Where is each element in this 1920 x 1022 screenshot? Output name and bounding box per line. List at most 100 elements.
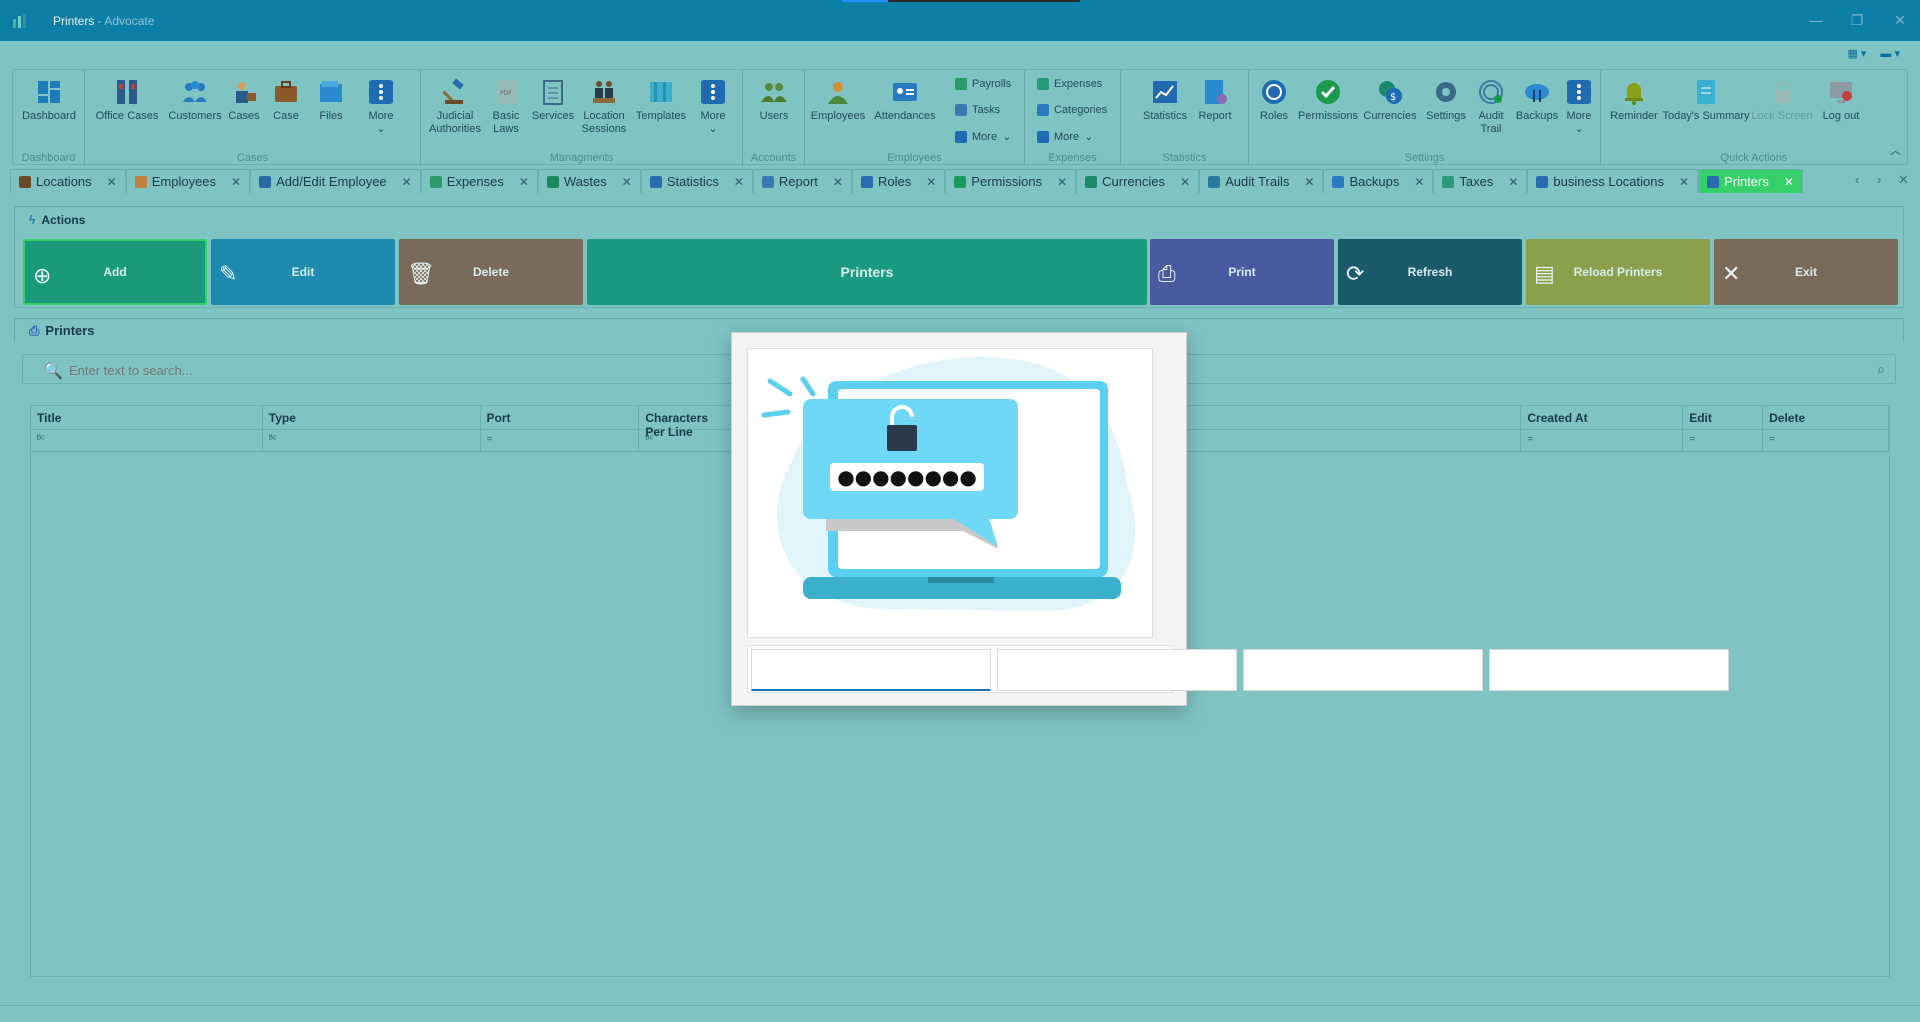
tab-close-icon[interactable]: ✕ — [1180, 175, 1190, 189]
tab-close-icon[interactable]: ✕ — [1508, 175, 1518, 189]
pin-digit-4-input[interactable] — [1489, 649, 1729, 691]
currencies-button[interactable]: $ Currencies — [1361, 78, 1419, 123]
tab-audit-trails[interactable]: Audit Trails ✕ — [1199, 169, 1324, 193]
templates-button[interactable]: Templates — [633, 78, 689, 123]
print-button[interactable]: ⎙ Print — [1150, 239, 1334, 305]
tab-backups[interactable]: Backups ✕ — [1323, 169, 1434, 193]
tab-close-icon[interactable]: ✕ — [833, 175, 843, 189]
statistics-button[interactable]: Statistics — [1139, 78, 1191, 123]
tab-close-icon[interactable]: ✕ — [1414, 175, 1424, 189]
employees-more-button[interactable]: More ⌄ — [955, 130, 1011, 143]
column-header[interactable]: Type — [262, 406, 481, 430]
judicial-authorities-button[interactable]: Judicial Authorities — [425, 78, 485, 136]
column-filter-cell[interactable] — [1150, 430, 1522, 452]
services-button[interactable]: Services — [529, 78, 577, 123]
users-button[interactable]: Users — [751, 78, 797, 123]
case-button[interactable]: Case — [267, 78, 305, 123]
tab-close-icon[interactable]: ✕ — [1304, 175, 1314, 189]
tab-close-icon[interactable]: ✕ — [402, 175, 412, 189]
pin-digit-3-input[interactable] — [1243, 649, 1483, 691]
roles-button[interactable]: Roles — [1253, 78, 1295, 123]
permissions-button[interactable]: Permissions — [1297, 78, 1359, 123]
reminder-button[interactable]: Reminder — [1607, 78, 1661, 123]
column-header[interactable]: Characters Per Line — [639, 406, 736, 439]
exit-button[interactable]: ✕ Exit — [1714, 239, 1898, 305]
close-window-button[interactable]: ✕ — [1890, 12, 1910, 29]
column-header[interactable]: Created At — [1521, 406, 1684, 430]
close-all-tabs-icon[interactable]: ✕ — [1898, 172, 1909, 188]
employees-button[interactable]: Employees — [807, 78, 869, 123]
column-header[interactable]: Port — [480, 406, 640, 430]
add-button[interactable]: ⊕ Add — [23, 239, 207, 305]
delete-button[interactable]: 🗑 Delete — [399, 239, 583, 305]
column-header[interactable]: Delete — [1763, 406, 1889, 430]
column-header[interactable]: Title — [31, 406, 263, 430]
edit-button[interactable]: ✎ Edit — [211, 239, 395, 305]
log-out-button[interactable]: Log out — [1815, 78, 1867, 123]
tabs-scroll-left-icon[interactable]: ‹ — [1855, 172, 1859, 187]
tab-close-icon[interactable]: ✕ — [1057, 175, 1067, 189]
tab-printers[interactable]: Printers ✕ — [1698, 169, 1803, 193]
pin-digit-1-input[interactable] — [751, 649, 991, 691]
tab-expenses[interactable]: Expenses ✕ — [420, 169, 538, 193]
tab-add-edit-employee[interactable]: Add/Edit Employee ✕ — [250, 169, 421, 193]
tabs-scroll-right-icon[interactable]: › — [1877, 172, 1881, 187]
column-filter-cell[interactable]: = — [1683, 430, 1764, 452]
column-filter-cell[interactable]: ᴮᶜ — [639, 430, 736, 452]
collapse-ribbon-icon[interactable]: ︿ — [1890, 142, 1901, 158]
tab-close-icon[interactable]: ✕ — [107, 175, 117, 189]
report-button[interactable]: Report — [1193, 78, 1237, 123]
minimize-button[interactable]: — — [1806, 12, 1826, 28]
categories-button[interactable]: Categories — [1037, 104, 1107, 116]
lock-screen-button[interactable]: Lock Screen — [1751, 78, 1813, 123]
layout-switch-icon[interactable]: ▦ ▾ — [1847, 47, 1866, 60]
search-submit-icon[interactable]: ⌕ — [1877, 361, 1885, 378]
payrolls-button[interactable]: Payrolls — [955, 78, 1011, 90]
basic-laws-button[interactable]: PDF Basic Laws — [485, 78, 527, 136]
tab-report[interactable]: Report ✕ — [752, 169, 852, 193]
tab-permissions[interactable]: Permissions ✕ — [945, 169, 1077, 193]
audit-trail-button[interactable]: Audit Trail — [1471, 78, 1511, 136]
settings-more-button[interactable]: More ⌄ — [1561, 78, 1597, 136]
column-header[interactable]: Edit — [1683, 406, 1764, 430]
attendances-button[interactable]: Attendances — [871, 78, 939, 123]
tab-statistics[interactable]: Statistics ✕ — [640, 169, 753, 193]
tab-taxes[interactable]: Taxes ✕ — [1433, 169, 1528, 193]
tasks-button[interactable]: Tasks — [955, 104, 1000, 116]
tab-close-icon[interactable]: ✕ — [734, 175, 744, 189]
tab-locations[interactable]: Locations ✕ — [10, 169, 126, 193]
customers-button[interactable]: Customers — [165, 78, 225, 123]
tab-wastes[interactable]: Wastes ✕ — [537, 169, 641, 193]
column-header[interactable]: ion — [1150, 406, 1522, 430]
refresh-button[interactable]: ⟳ Refresh — [1338, 239, 1522, 305]
pin-digit-2-input[interactable] — [997, 649, 1237, 691]
column-filter-cell[interactable]: = — [1521, 430, 1684, 452]
tab-close-icon[interactable]: ✕ — [926, 175, 936, 189]
tab-close-icon[interactable]: ✕ — [1679, 175, 1689, 189]
files-button[interactable]: Files — [311, 78, 351, 123]
tab-employees[interactable]: Employees ✕ — [125, 169, 251, 193]
tab-currencies[interactable]: Currencies ✕ — [1076, 169, 1200, 193]
theme-switch-icon[interactable]: ▬ ▾ — [1880, 47, 1900, 60]
tab-business-locations[interactable]: business Locations ✕ — [1527, 169, 1699, 193]
reload-printers-button[interactable]: ▤ Reload Printers — [1526, 239, 1710, 305]
expenses-ribbon-button[interactable]: Expenses — [1037, 78, 1102, 90]
dashboard-button[interactable]: Dashboard — [19, 78, 79, 123]
expenses-more-button[interactable]: More ⌄ — [1037, 130, 1093, 143]
column-filter-cell[interactable]: ᴮᶜ — [31, 430, 263, 452]
backups-button[interactable]: Backups — [1515, 78, 1559, 123]
location-sessions-button[interactable]: Location Sessions — [577, 78, 631, 136]
maximize-button[interactable]: ❐ — [1847, 12, 1867, 29]
tab-close-icon[interactable]: ✕ — [519, 175, 529, 189]
tab-roles[interactable]: Roles ✕ — [851, 169, 946, 193]
managments-more-button[interactable]: More ⌄ — [693, 78, 733, 136]
settings-button[interactable]: Settings — [1421, 78, 1471, 123]
todays-summary-button[interactable]: Today's Summary — [1661, 78, 1751, 123]
column-filter-cell[interactable]: = — [480, 430, 640, 452]
column-filter-cell[interactable]: = — [1763, 430, 1889, 452]
cases-button[interactable]: Cases — [225, 78, 263, 123]
column-filter-cell[interactable]: ᴮᶜ — [262, 430, 481, 452]
tab-close-icon[interactable]: ✕ — [622, 175, 632, 189]
office-cases-button[interactable]: Office Cases — [95, 78, 159, 123]
cases-more-button[interactable]: More ⌄ — [361, 78, 401, 136]
